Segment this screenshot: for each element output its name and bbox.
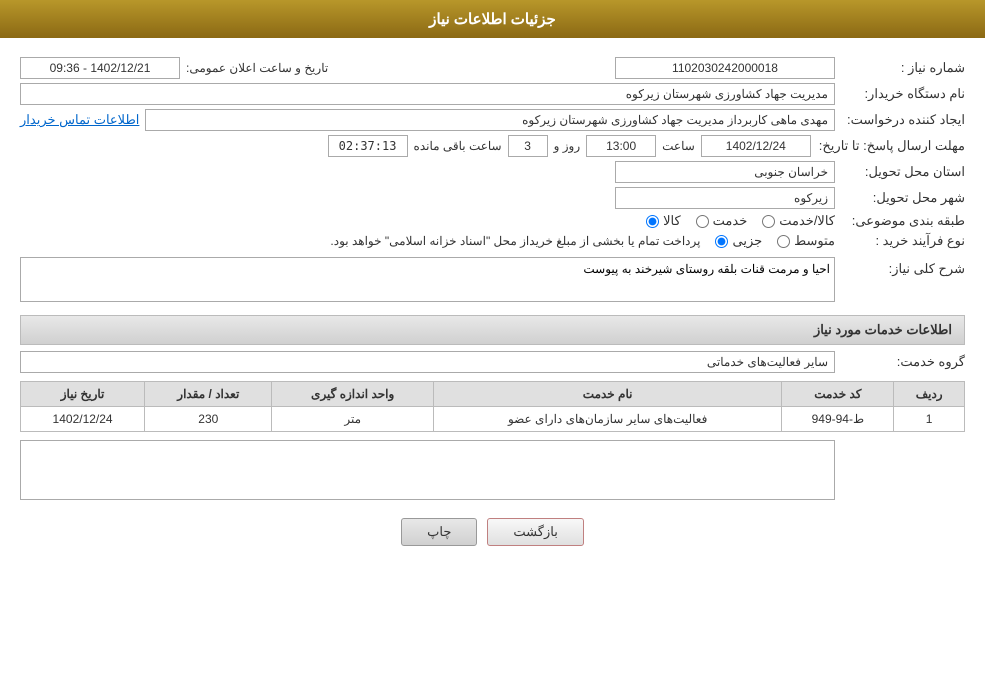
category-radio-group: کالا/خدمت خدمت کالا bbox=[20, 213, 835, 229]
category-khedmat-radio[interactable] bbox=[696, 215, 709, 228]
city-row: شهر محل تحویل: bbox=[20, 187, 965, 209]
table-body: 1ط-94-949فعالیت‌های سایر سازمان‌های دارا… bbox=[21, 407, 965, 432]
deadline-value-area: ساعت روز و ساعت باقی مانده bbox=[20, 135, 811, 157]
need-number-input[interactable] bbox=[615, 57, 835, 79]
process-note: پرداخت تمام یا بخشی از مبلغ خریداز محل "… bbox=[330, 234, 700, 248]
col-name: نام خدمت bbox=[433, 382, 781, 407]
need-number-row: شماره نیاز : تاریخ و ساعت اعلان عمومی: bbox=[20, 57, 965, 79]
remaining-time-input[interactable] bbox=[328, 135, 408, 157]
category-khedmat-label: خدمت bbox=[713, 213, 748, 229]
process-radio-group: متوسط جزیی bbox=[715, 233, 835, 249]
province-input[interactable] bbox=[615, 161, 835, 183]
category-label: طبقه بندی موضوعی: bbox=[835, 213, 965, 229]
need-number-label: شماره نیاز : bbox=[835, 60, 965, 76]
category-row: طبقه بندی موضوعی: کالا/خدمت خدمت کالا bbox=[20, 213, 965, 229]
announce-date-input[interactable] bbox=[20, 57, 180, 79]
contact-link[interactable]: اطلاعات تماس خریدار bbox=[20, 112, 139, 128]
province-value-area bbox=[20, 161, 835, 183]
service-group-row: گروه خدمت: bbox=[20, 351, 965, 373]
table-cell-code: ط-94-949 bbox=[782, 407, 894, 432]
table-cell-date: 1402/12/24 bbox=[21, 407, 145, 432]
category-radio-kala-khedmat: کالا/خدمت bbox=[762, 213, 835, 229]
response-date-input[interactable] bbox=[701, 135, 811, 157]
table-cell-quantity: 230 bbox=[145, 407, 272, 432]
process-radio-small: جزیی bbox=[715, 233, 762, 249]
buyer-desc-textarea[interactable] bbox=[20, 440, 835, 500]
col-code: کد خدمت bbox=[782, 382, 894, 407]
category-kala-label: کالا bbox=[663, 213, 681, 229]
response-time-input[interactable] bbox=[586, 135, 656, 157]
creator-value-area: اطلاعات تماس خریدار bbox=[20, 109, 835, 131]
buyer-org-row: نام دستگاه خریدار: bbox=[20, 83, 965, 105]
service-group-label: گروه خدمت: bbox=[835, 354, 965, 370]
col-date: تاریخ نیاز bbox=[21, 382, 145, 407]
description-value-area: document.addEventListener('DOMContentLoa… bbox=[20, 257, 835, 305]
buyer-org-input[interactable] bbox=[20, 83, 835, 105]
process-small-radio[interactable] bbox=[715, 235, 728, 248]
service-group-input[interactable] bbox=[20, 351, 835, 373]
process-medium-label: متوسط bbox=[794, 233, 835, 249]
process-row: نوع فرآیند خرید : متوسط جزیی پرداخت تمام… bbox=[20, 233, 965, 249]
buyer-desc-value-area bbox=[20, 440, 835, 503]
response-time-label: ساعت bbox=[662, 139, 695, 153]
services-section-title: اطلاعات خدمات مورد نیاز bbox=[814, 322, 952, 337]
print-button[interactable]: چاپ bbox=[401, 518, 477, 546]
button-row: بازگشت چاپ bbox=[20, 518, 965, 546]
creator-input[interactable] bbox=[145, 109, 835, 131]
city-label: شهر محل تحویل: bbox=[835, 190, 965, 206]
creator-label: ایجاد کننده درخواست: bbox=[835, 112, 965, 128]
description-label: شرح کلی نیاز: bbox=[835, 261, 965, 277]
response-days-input[interactable] bbox=[508, 135, 548, 157]
services-table: ردیف کد خدمت نام خدمت واحد اندازه گیری ت… bbox=[20, 381, 965, 432]
announce-label: تاریخ و ساعت اعلان عمومی: bbox=[186, 61, 328, 75]
table-header: ردیف کد خدمت نام خدمت واحد اندازه گیری ت… bbox=[21, 382, 965, 407]
col-unit: واحد اندازه گیری bbox=[272, 382, 433, 407]
creator-row: ایجاد کننده درخواست: اطلاعات تماس خریدار bbox=[20, 109, 965, 131]
process-small-label: جزیی bbox=[732, 233, 762, 249]
table-cell-unit: متر bbox=[272, 407, 433, 432]
table-cell-row: 1 bbox=[894, 407, 965, 432]
description-textarea[interactable] bbox=[20, 257, 835, 302]
category-kala-khedmat-radio[interactable] bbox=[762, 215, 775, 228]
process-radio-medium: متوسط bbox=[777, 233, 835, 249]
table-cell-name: فعالیت‌های سایر سازمان‌های دارای عضو bbox=[433, 407, 781, 432]
process-label: نوع فرآیند خرید : bbox=[835, 233, 965, 249]
buyer-org-value-area bbox=[20, 83, 835, 105]
page-wrapper: جزئیات اطلاعات نیاز شماره نیاز : تاریخ و… bbox=[0, 0, 985, 691]
remaining-label: ساعت باقی مانده bbox=[414, 139, 502, 153]
city-input[interactable] bbox=[615, 187, 835, 209]
process-medium-radio[interactable] bbox=[777, 235, 790, 248]
province-label: استان محل تحویل: bbox=[835, 164, 965, 180]
back-button[interactable]: بازگشت bbox=[487, 518, 583, 546]
deadline-row: مهلت ارسال پاسخ: تا تاریخ: ساعت روز و سا… bbox=[20, 135, 965, 157]
response-day-label: روز و bbox=[554, 139, 581, 153]
deadline-label: مهلت ارسال پاسخ: تا تاریخ: bbox=[811, 138, 965, 154]
city-value-area bbox=[20, 187, 835, 209]
col-qty: تعداد / مقدار bbox=[145, 382, 272, 407]
services-section-header: اطلاعات خدمات مورد نیاز bbox=[20, 315, 965, 345]
service-group-value-area bbox=[20, 351, 835, 373]
page-header: جزئیات اطلاعات نیاز bbox=[0, 0, 985, 38]
content-area: شماره نیاز : تاریخ و ساعت اعلان عمومی: ن… bbox=[0, 38, 985, 576]
page-title: جزئیات اطلاعات نیاز bbox=[429, 11, 556, 28]
process-value-area: متوسط جزیی پرداخت تمام یا بخشی از مبلغ خ… bbox=[20, 233, 835, 249]
buyer-org-label: نام دستگاه خریدار: bbox=[835, 86, 965, 102]
description-row: شرح کلی نیاز: document.addEventListener(… bbox=[20, 257, 965, 305]
province-row: استان محل تحویل: bbox=[20, 161, 965, 183]
category-radio-khedmat: خدمت bbox=[696, 213, 748, 229]
category-radio-kala: کالا bbox=[646, 213, 681, 229]
buyer-desc-row bbox=[20, 440, 965, 503]
col-row: ردیف bbox=[894, 382, 965, 407]
need-number-value-area: تاریخ و ساعت اعلان عمومی: bbox=[20, 57, 835, 79]
category-kala-radio[interactable] bbox=[646, 215, 659, 228]
category-kala-khedmat-label: کالا/خدمت bbox=[779, 213, 835, 229]
category-value-area: کالا/خدمت خدمت کالا bbox=[20, 213, 835, 229]
table-row: 1ط-94-949فعالیت‌های سایر سازمان‌های دارا… bbox=[21, 407, 965, 432]
